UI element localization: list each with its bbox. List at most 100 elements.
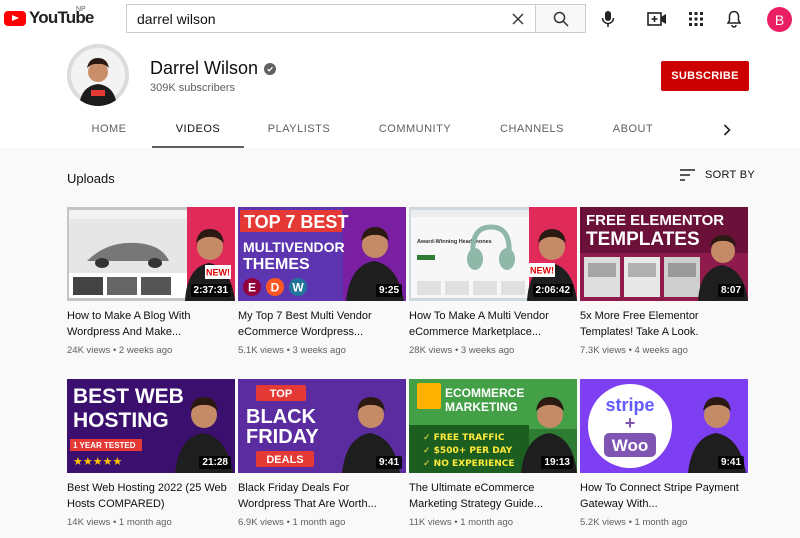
channel-name[interactable]: Darrel Wilson — [150, 58, 277, 79]
clear-icon[interactable] — [501, 5, 535, 32]
video-title[interactable]: How To Connect Stripe Payment Gateway Wi… — [580, 480, 740, 512]
video-age: 2 weeks ago — [118, 345, 173, 356]
svg-text:E: E — [248, 281, 256, 295]
verified-icon — [264, 62, 277, 75]
video-card[interactable]: FREE ELEMENTOR TEMPLATES 8:07 5x More Fr… — [580, 207, 748, 356]
video-duration: 19:13 — [541, 456, 573, 469]
video-views: 7.3K views — [580, 345, 626, 356]
thumb-text: ✓ NO EXPERIENCE — [423, 459, 515, 469]
notifications-icon[interactable] — [724, 9, 744, 29]
search-box — [126, 4, 586, 33]
channel-tabs: HOME VIDEOS PLAYLISTS COMMUNITY CHANNELS… — [0, 110, 800, 148]
tab-playlists[interactable]: PLAYLISTS — [254, 110, 344, 148]
video-duration: 9:25 — [375, 284, 402, 297]
svg-text:★★★★★: ★★★★★ — [73, 455, 122, 468]
video-meta: 14K views • 1 month ago — [67, 517, 172, 528]
video-thumbnail[interactable]: TOP 7 BEST MULTIVENDOR THEMES E D W 9:25 — [238, 207, 406, 301]
video-views: 28K views — [409, 345, 453, 356]
video-card[interactable]: TOP 7 BEST MULTIVENDOR THEMES E D W 9:25… — [238, 207, 406, 356]
video-age: 1 month ago — [118, 517, 172, 528]
video-title[interactable]: How to Make A Blog With Wordpress And Ma… — [67, 308, 227, 340]
user-avatar[interactable]: B — [767, 7, 792, 32]
video-views: 5.1K views — [238, 345, 284, 356]
tab-home[interactable]: HOME — [77, 110, 141, 148]
video-views: 24K views — [67, 345, 111, 356]
video-views: 6.9K views — [238, 517, 284, 528]
masthead: YouTube NP B — [0, 0, 800, 38]
video-thumbnail[interactable]: NEW! 2:37:31 — [67, 207, 235, 301]
video-thumbnail[interactable]: FREE ELEMENTOR TEMPLATES 8:07 — [580, 207, 748, 301]
video-views: 11K views — [409, 517, 452, 528]
thumb-text: FREE ELEMENTOR — [586, 212, 724, 229]
thumb-text: NEW! — [530, 266, 554, 276]
thumb-text: THEMES — [243, 256, 310, 273]
tab-about[interactable]: ABOUT — [598, 110, 668, 148]
search-input[interactable] — [127, 5, 501, 32]
video-thumbnail[interactable]: Award-Winning Headphones NEW! 2:06:42 — [409, 207, 577, 301]
create-video-icon[interactable] — [647, 9, 667, 29]
region-code: NP — [76, 6, 86, 13]
thumb-text: TEMPLATES — [586, 229, 700, 250]
subscriber-count: 309K subscribers — [150, 82, 235, 94]
thumb-text: 1 YEAR TESTED — [73, 441, 136, 450]
thumb-text: DEALS — [266, 454, 303, 466]
video-duration: 9:41 — [375, 456, 402, 469]
video-card[interactable]: BEST WEB HOSTING 1 YEAR TESTED ★★★★★ 21:… — [67, 379, 235, 528]
thumb-text: NEW! — [206, 268, 230, 278]
video-title[interactable]: The Ultimate eCommerce Marketing Strateg… — [409, 480, 569, 512]
thumb-text: stripe — [605, 395, 654, 415]
video-meta: 5.2K views • 1 month ago — [580, 517, 688, 528]
video-duration: 21:28 — [199, 456, 231, 469]
video-card[interactable]: Award-Winning Headphones NEW! 2:06:42 Ho… — [409, 207, 577, 356]
thumb-text: ✓ FREE TRAFFIC — [423, 433, 505, 443]
sort-button[interactable]: SORT BY — [680, 169, 755, 181]
video-card[interactable]: ECOMMERCE MARKETING ✓ FREE TRAFFIC ✓ $50… — [409, 379, 577, 528]
video-age: 3 weeks ago — [292, 345, 346, 356]
video-views: 14K views — [67, 517, 111, 528]
thumb-text: MARKETING — [445, 400, 518, 414]
video-title[interactable]: How To Make A Multi Vendor eCommerce Mar… — [409, 308, 569, 340]
section-title: Uploads — [67, 171, 115, 186]
thumb-text: MULTIVENDOR — [243, 239, 345, 255]
video-age: 1 month ago — [460, 517, 514, 528]
video-views: 5.2K views — [580, 517, 626, 528]
video-thumbnail[interactable]: BEST WEB HOSTING 1 YEAR TESTED ★★★★★ 21:… — [67, 379, 235, 473]
video-card[interactable]: TOP BLACK FRIDAY DEALS 9:41 Black Friday… — [238, 379, 406, 528]
video-age: 3 weeks ago — [460, 345, 515, 356]
tab-community[interactable]: COMMUNITY — [366, 110, 464, 148]
mic-icon[interactable] — [598, 9, 618, 29]
video-card[interactable]: NEW! 2:37:31 How to Make A Blog With Wor… — [67, 207, 235, 356]
tab-videos[interactable]: VIDEOS — [152, 110, 244, 148]
video-meta: 24K views • 2 weeks ago — [67, 345, 173, 356]
subscribe-button[interactable]: SUBSCRIBE — [661, 61, 749, 91]
video-thumbnail[interactable]: TOP BLACK FRIDAY DEALS 9:41 — [238, 379, 406, 473]
video-thumbnail[interactable]: stripe + Woo 9:41 — [580, 379, 748, 473]
video-title[interactable]: Black Friday Deals For Wordpress That Ar… — [238, 480, 398, 512]
thumb-text: ✓ $500+ PER DAY — [423, 446, 513, 456]
thumb-text: + — [625, 413, 636, 433]
video-duration: 2:06:42 — [532, 284, 573, 297]
video-card[interactable]: stripe + Woo 9:41 How To Connect Stripe … — [580, 379, 748, 528]
channel-avatar[interactable] — [67, 44, 129, 106]
video-meta: 11K views • 1 month ago — [409, 517, 514, 528]
video-age: 1 month ago — [292, 517, 346, 528]
video-duration: 9:41 — [717, 456, 744, 469]
video-title[interactable]: My Top 7 Best Multi Vendor eCommerce Wor… — [238, 308, 398, 340]
video-thumbnail[interactable]: ECOMMERCE MARKETING ✓ FREE TRAFFIC ✓ $50… — [409, 379, 577, 473]
video-title[interactable]: Best Web Hosting 2022 (25 Web Hosts COMP… — [67, 480, 227, 512]
thumb-text: BEST WEB — [73, 385, 184, 408]
video-age: 4 weeks ago — [634, 345, 688, 356]
tab-channels[interactable]: CHANNELS — [488, 110, 576, 148]
thumb-text: Woo — [612, 436, 649, 455]
channel-header: Darrel Wilson 309K subscribers SUBSCRIBE… — [0, 38, 800, 148]
sort-label: SORT BY — [705, 169, 755, 181]
video-duration: 8:07 — [717, 284, 744, 297]
apps-icon[interactable] — [686, 9, 706, 29]
search-button[interactable] — [535, 5, 585, 32]
thumb-text: ECOMMERCE — [445, 386, 524, 400]
video-meta: 6.9K views • 1 month ago — [238, 517, 346, 528]
thumb-text: BLACK — [246, 406, 317, 428]
thumb-text: TOP — [270, 388, 292, 400]
video-title[interactable]: 5x More Free Elementor Templates! Take A… — [580, 308, 740, 340]
chevron-right-icon[interactable] — [718, 121, 736, 139]
